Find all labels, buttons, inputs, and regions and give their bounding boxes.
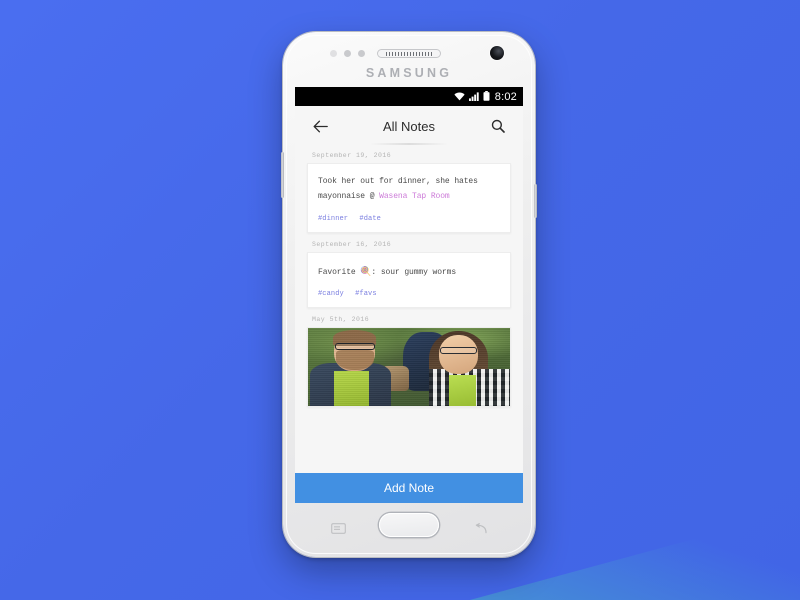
- status-bar-clock: 8:02: [494, 90, 517, 103]
- page-title: All Notes: [382, 118, 436, 134]
- note-tag[interactable]: #dinner: [318, 215, 348, 223]
- lollipop-emoji-icon: 🍭: [360, 266, 372, 277]
- list-item: September 19, 2016 Took her out for dinn…: [307, 152, 511, 233]
- recents-nav-icon[interactable]: [331, 521, 346, 534]
- title-underline: [370, 143, 448, 145]
- photo-person-right-apron: [449, 375, 476, 407]
- wifi-icon: [454, 88, 465, 106]
- note-date: May 5th, 2016: [312, 316, 370, 324]
- add-note-button[interactable]: Add Note: [295, 473, 523, 503]
- note-text: Took her out for dinner, she hates mayon…: [318, 175, 500, 205]
- device-brand-logo: SAMSUNG: [365, 66, 453, 80]
- power-button[interactable]: [534, 184, 537, 218]
- light-sensor-icon: [344, 50, 351, 57]
- volume-button[interactable]: [281, 152, 284, 198]
- search-icon[interactable]: [487, 115, 509, 137]
- note-tag[interactable]: #favs: [355, 290, 377, 298]
- phone-screen: 8:02 All Notes September 19, 2016 Took h…: [295, 87, 523, 503]
- note-date: September 16, 2016: [312, 240, 392, 248]
- note-text-tail: : sour gummy worms: [371, 267, 457, 277]
- note-tag[interactable]: #candy: [318, 290, 344, 298]
- note-card[interactable]: Favorite 🍭: sour gummy worms #candy #fav…: [307, 251, 511, 309]
- proximity-sensor-icon: [330, 50, 337, 57]
- note-tags: #dinner #date: [318, 215, 500, 223]
- photo-person-right-glasses: [440, 347, 477, 354]
- phone-device-mockup: SAMSUNG 8:02 All Notes September 19, 201…: [281, 32, 537, 557]
- note-location[interactable]: Wasena Tap Room: [379, 192, 450, 201]
- front-camera-icon: [490, 46, 504, 60]
- list-item: September 16, 2016 Favorite 🍭: sour gumm…: [307, 241, 511, 309]
- note-photo[interactable]: [308, 328, 510, 407]
- list-item: May 5th, 2016: [307, 316, 511, 408]
- note-tag[interactable]: #date: [359, 215, 381, 223]
- note-tags: #candy #favs: [318, 290, 500, 298]
- photo-person-right-face: [439, 334, 478, 374]
- note-card[interactable]: [307, 327, 511, 408]
- home-button-icon[interactable]: [379, 513, 439, 537]
- note-card[interactable]: Took her out for dinner, she hates mayon…: [307, 163, 511, 233]
- notes-list[interactable]: September 19, 2016 Took her out for dinn…: [295, 146, 523, 482]
- phone-top-hardware: SAMSUNG: [283, 32, 535, 82]
- phone-bottom-hardware: [283, 503, 535, 557]
- status-bar: 8:02: [295, 87, 523, 106]
- note-text: Favorite 🍭: sour gummy worms: [318, 264, 500, 281]
- cellular-signal-icon: [468, 88, 479, 106]
- note-date: September 19, 2016: [312, 152, 392, 159]
- back-nav-icon[interactable]: [472, 521, 487, 534]
- note-text-main: Favorite: [318, 267, 361, 277]
- speaker-grille-icon: [377, 49, 441, 58]
- led-indicator-icon: [358, 50, 365, 57]
- battery-icon: [483, 88, 490, 106]
- app-bar: All Notes: [295, 106, 523, 146]
- back-arrow-icon[interactable]: [309, 115, 331, 137]
